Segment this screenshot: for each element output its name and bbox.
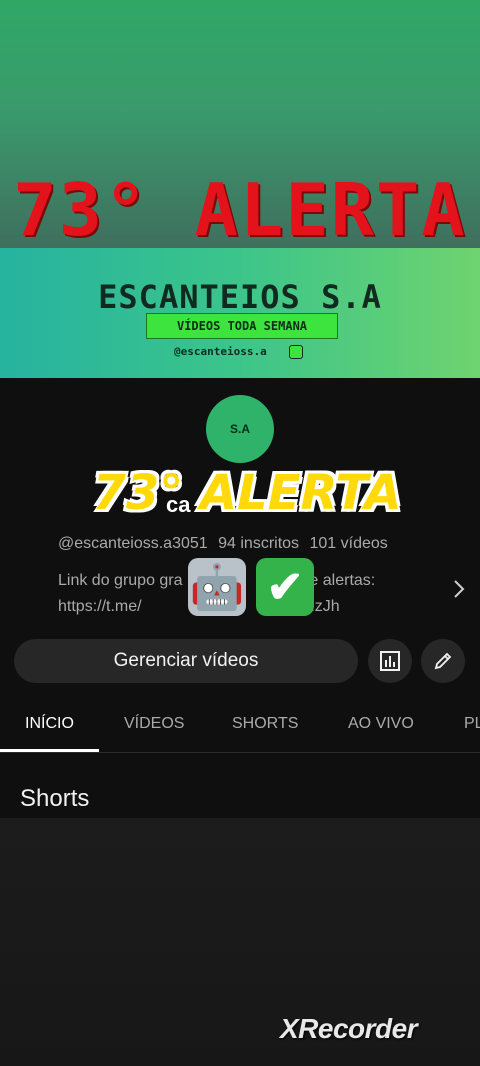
emoji-overlay: 🤖 ✔ [188, 558, 314, 616]
channel-tabs: INÍCIO VÍDEOS SHORTS AO VIVO PL [0, 700, 480, 753]
active-tab-indicator [0, 749, 99, 752]
tab-playlists[interactable]: PL [464, 700, 480, 752]
bar-chart-icon [380, 651, 400, 671]
edit-channel-button[interactable] [421, 639, 465, 683]
subscriber-count: 94 inscritos [218, 535, 300, 552]
banner-title: ESCANTEIOS S.A [98, 278, 382, 316]
channel-meta: @escanteioss.a3051 94 inscritos 101 víde… [58, 535, 394, 553]
manage-videos-button[interactable]: Gerenciar vídeos [14, 639, 358, 683]
overlay-alert-title-top: 73° ALERTA [13, 168, 467, 252]
tab-ao-vivo[interactable]: AO VIVO [348, 700, 414, 752]
pencil-icon [434, 652, 452, 670]
robot-icon: 🤖 [188, 558, 246, 616]
avatar[interactable]: S.A [206, 395, 274, 463]
avatar-text: S.A [229, 422, 250, 436]
check-mark-icon: ✔ [256, 558, 314, 616]
analytics-button[interactable] [368, 639, 412, 683]
section-title: Shorts [20, 785, 90, 812]
overlay-alert-title-mid: 73° ALERTA [91, 464, 403, 523]
banner-tagline: VÍDEOS TODA SEMANA [146, 313, 338, 339]
video-count: 101 vídeos [309, 535, 388, 552]
banner-handle: @escanteioss.a [174, 345, 267, 358]
channel-handle: @escanteioss.a3051 [58, 535, 208, 552]
chevron-right-icon[interactable] [452, 578, 470, 604]
instagram-icon [289, 345, 303, 359]
description-line-2-start: https://t.me/ [58, 598, 142, 615]
recorder-watermark: XRecorder [280, 1013, 418, 1044]
tab-shorts[interactable]: SHORTS [232, 700, 298, 752]
tab-inicio[interactable]: INÍCIO [25, 700, 74, 752]
description-line-1-start: Link do grupo gra [58, 572, 183, 589]
tab-videos[interactable]: VÍDEOS [124, 700, 184, 752]
